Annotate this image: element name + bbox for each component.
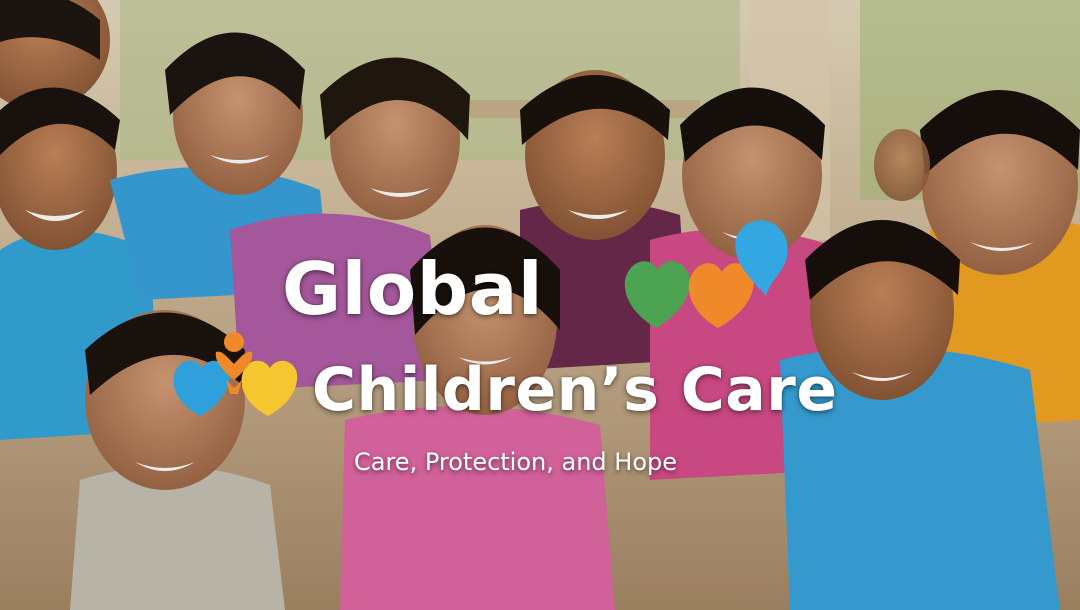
children-group-photo <box>0 0 1080 610</box>
hero-banner: Global Children’s Care Care, Protection,… <box>0 0 1080 610</box>
